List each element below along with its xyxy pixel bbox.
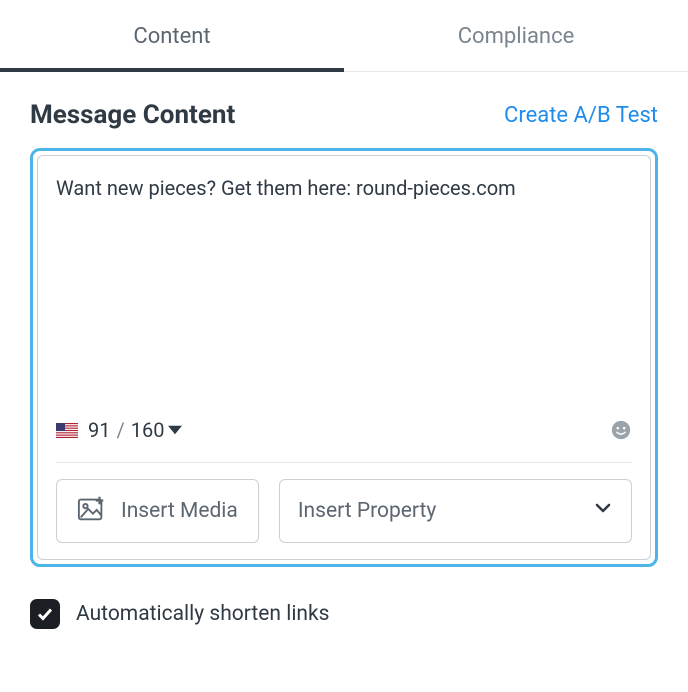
us-flag-icon [56, 423, 78, 438]
insert-property-select[interactable]: Insert Property [279, 479, 632, 543]
insert-property-label: Insert Property [298, 499, 437, 523]
char-count-sep: / [114, 418, 126, 442]
char-counter[interactable]: 91 / 160 [88, 418, 182, 442]
tab-compliance[interactable]: Compliance [344, 0, 688, 71]
editor-actions: Insert Media Insert Property [56, 479, 632, 543]
shorten-links-label: Automatically shorten links [76, 602, 330, 626]
chevron-down-icon [593, 498, 613, 524]
char-count-current: 91 [88, 418, 110, 442]
section-header: Message Content Create A/B Test [30, 100, 658, 130]
editor-divider [56, 462, 632, 463]
shorten-links-row: Automatically shorten links [0, 567, 688, 629]
editor-meta-row: 91 / 160 [56, 408, 632, 442]
insert-media-button[interactable]: Insert Media [56, 479, 259, 543]
emoji-picker-button[interactable] [610, 419, 632, 441]
counter-block: 91 / 160 [56, 418, 182, 442]
message-editor-focus-ring: 91 / 160 [30, 148, 658, 567]
shorten-links-checkbox[interactable] [30, 599, 60, 629]
tab-content[interactable]: Content [0, 0, 344, 71]
message-textarea[interactable] [56, 174, 632, 404]
char-count-max: 160 [131, 418, 165, 442]
image-plus-icon [77, 494, 107, 528]
insert-media-label: Insert Media [121, 499, 238, 523]
message-content-section: Message Content Create A/B Test [0, 72, 688, 567]
section-title: Message Content [30, 100, 235, 130]
tabs: Content Compliance [0, 0, 688, 72]
create-ab-test-link[interactable]: Create A/B Test [504, 103, 658, 128]
caret-down-icon [168, 423, 182, 437]
message-editor: 91 / 160 [37, 155, 651, 560]
